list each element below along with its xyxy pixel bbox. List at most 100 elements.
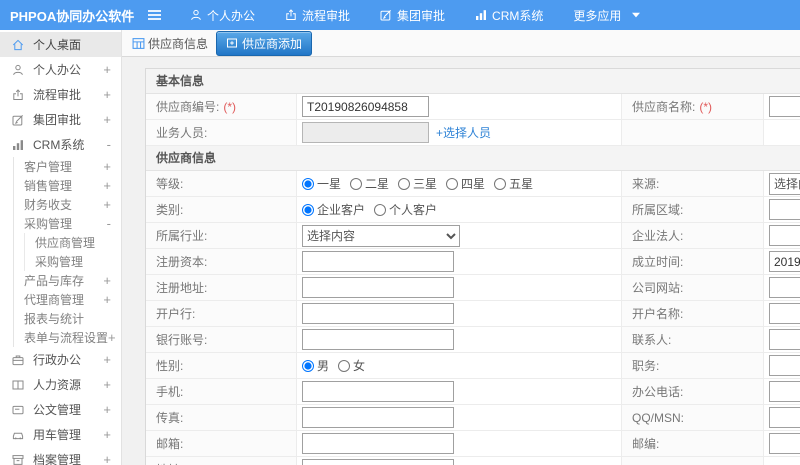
field-label-text: 地址: [156,461,183,465]
sidebar-item-personal-desktop[interactable]: 个人桌面 [0,32,121,57]
sidebar-item-finance-mgmt[interactable]: 财务收支 + [14,195,121,214]
expand-icon[interactable]: + [103,112,111,127]
category-radio[interactable] [302,203,314,216]
position-input[interactable] [769,355,800,376]
sidebar-item-purchase-mgmt[interactable]: 采购管理 - [14,214,121,233]
level-radio[interactable] [494,177,507,190]
industry-select[interactable]: 选择内容 [302,224,460,247]
gender-radio-option[interactable]: 男 [302,357,329,374]
topnav-item-group-approval[interactable]: 集团审批 [365,0,460,30]
required-marker: (*) [223,99,237,114]
company-website-input[interactable] [769,277,800,298]
topnav-item-personal-office[interactable]: 个人办公 [175,0,270,30]
collapse-icon[interactable]: - [107,137,111,152]
sidebar-item-hr[interactable]: 人力资源 + [0,372,121,397]
account-name-input[interactable] [769,303,800,324]
founding-date-input[interactable] [769,251,800,272]
field-label-text: 联系人: [632,333,672,347]
bank-account-input[interactable] [302,329,454,350]
category-radio-option[interactable]: 企业客户 [302,201,365,218]
category-radio[interactable] [374,203,387,216]
fax-label: 传真: [146,405,296,430]
bank-branch-label: 开户行: [146,301,296,326]
level-radio[interactable] [398,177,411,190]
sidebar-item-label: CRM系统 [33,138,85,152]
expand-icon[interactable]: + [108,330,116,345]
qq-msn-field [763,405,800,430]
sidebar-item-supplier-mgmt[interactable]: 供应商管理 [25,233,121,252]
email-input[interactable] [302,433,454,454]
level-radio[interactable] [302,177,314,190]
supplier-name-input[interactable] [769,96,800,117]
sidebar-item-vehicle-mgmt[interactable]: 用车管理 + [0,422,121,447]
sidebar-item-archive-mgmt[interactable]: 档案管理 + [0,447,121,465]
sidebar-item-crm-system[interactable]: CRM系统 - [0,132,121,157]
sidebar-item-sales-mgmt[interactable]: 销售管理 + [14,176,121,195]
expand-icon[interactable]: + [103,178,111,193]
sidebar-item-reports-stats[interactable]: 报表与统计 [14,309,121,328]
registered-address-input[interactable] [302,277,454,298]
expand-icon[interactable]: + [103,87,111,102]
tab-supplier-info[interactable]: 供应商信息 [132,35,208,52]
choose-staff-link[interactable]: +选择人员 [436,124,491,141]
expand-icon[interactable]: + [103,292,111,307]
sidebar-item-workflow-approval[interactable]: 流程审批 + [0,82,121,107]
bank-branch-input[interactable] [302,303,454,324]
topnav-item-crm-system[interactable]: CRM系统 [460,0,558,30]
expand-icon[interactable]: + [103,452,111,465]
topnav-item-label: 更多应用 [573,8,622,23]
mobile-input[interactable] [302,381,454,402]
region-input[interactable] [769,199,800,220]
level-radio[interactable] [350,177,363,190]
gender-radio-option[interactable]: 女 [338,357,365,374]
sidebar-item-document-mgmt[interactable]: 公文管理 + [0,397,121,422]
expand-icon[interactable]: + [103,273,111,288]
business-staff-input[interactable] [302,122,429,143]
zip-code-input[interactable] [769,433,800,454]
contact-person-input[interactable] [769,329,800,350]
sidebar-item-agent-mgmt[interactable]: 代理商管理 + [14,290,121,309]
fax-input[interactable] [302,407,454,428]
registered-capital-input[interactable] [302,251,454,272]
menu-toggle-icon[interactable] [133,9,175,21]
address-input[interactable] [302,459,454,465]
sidebar-item-admin-office[interactable]: 行政办公 + [0,347,121,372]
expand-icon[interactable]: + [103,197,111,212]
company-website-label: 公司网站: [621,275,763,300]
level-radio-option[interactable]: 四星 [446,175,485,192]
legal-person-input[interactable] [769,225,800,246]
supplier-code-input[interactable] [302,96,429,117]
expand-icon[interactable]: + [103,159,111,174]
sidebar-item-personal-office[interactable]: 个人办公 + [0,57,121,82]
category-radio-option[interactable]: 个人客户 [374,201,437,218]
expand-icon[interactable]: + [103,377,111,392]
gender-label: 性别: [146,353,296,378]
expand-icon[interactable]: + [103,352,111,367]
expand-icon[interactable]: + [103,427,111,442]
expand-icon[interactable]: + [103,402,111,417]
collapse-icon[interactable]: - [107,216,111,231]
tab-supplier-add[interactable]: 供应商添加 [216,30,313,56]
content-area: 基本信息供应商编号:(*)供应商名称:(*)业务人员:+选择人员供应商信息等级:… [122,57,800,465]
level-radio-option[interactable]: 一星 [302,175,341,192]
gender-radio[interactable] [338,359,351,372]
expand-icon[interactable]: + [103,62,111,77]
briefcase-icon [12,354,27,366]
topnav-item-workflow-approval[interactable]: 流程审批 [270,0,365,30]
sidebar-item-group-approval[interactable]: 集团审批 + [0,107,121,132]
level-radio-option[interactable]: 三星 [398,175,437,192]
qq-msn-input[interactable] [769,407,800,428]
sidebar-item-product-inventory[interactable]: 产品与库存 + [14,271,121,290]
gender-radio[interactable] [302,359,314,372]
sidebar-item-purchasing-mgmt[interactable]: 采购管理 [25,252,121,271]
level-radio-option[interactable]: 二星 [350,175,389,192]
office-phone-input[interactable] [769,381,800,402]
sidebar-item-customer-mgmt[interactable]: 客户管理 + [14,157,121,176]
level-radio-option[interactable]: 五星 [494,175,533,192]
sidebar-item-form-flow-settings[interactable]: 表单与流程设置 + [14,328,121,347]
source-select[interactable]: 选择内容 [769,172,800,195]
sidebar-item-label: 代理商管理 [24,293,85,307]
level-radio[interactable] [446,177,459,190]
topnav-item-more-apps[interactable]: 更多应用 [558,0,655,30]
radio-label: 四星 [461,177,486,191]
